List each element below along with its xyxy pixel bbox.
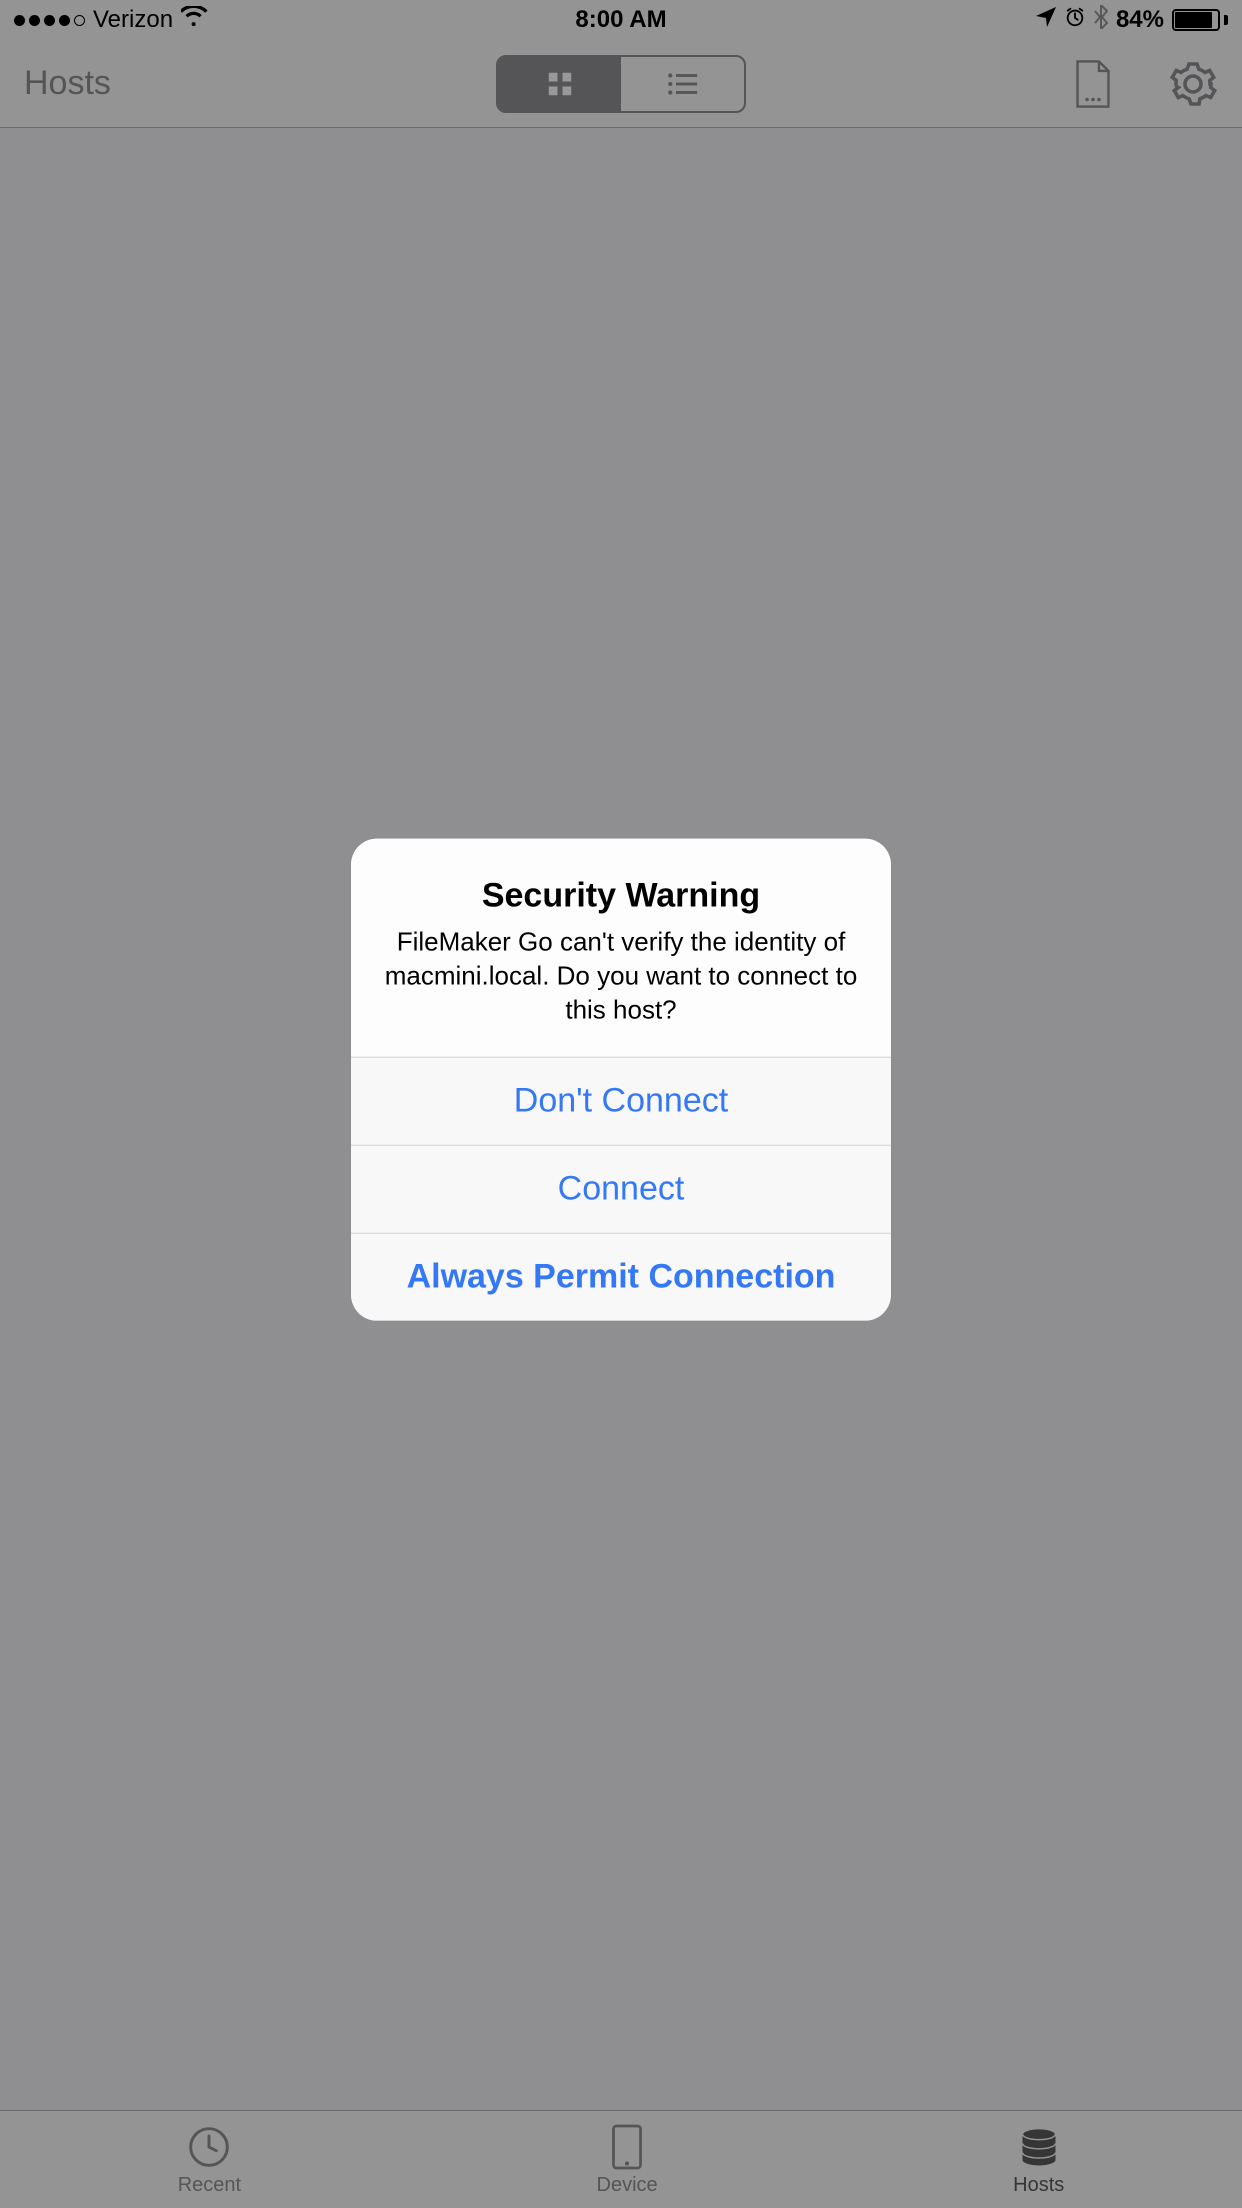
dont-connect-button[interactable]: Don't Connect bbox=[351, 1057, 891, 1145]
alert-message: FileMaker Go can't verify the identity o… bbox=[381, 926, 861, 1027]
alert-title: Security Warning bbox=[381, 877, 861, 916]
always-permit-button[interactable]: Always Permit Connection bbox=[351, 1233, 891, 1321]
security-alert: Security Warning FileMaker Go can't veri… bbox=[351, 839, 891, 1321]
connect-button[interactable]: Connect bbox=[351, 1145, 891, 1233]
